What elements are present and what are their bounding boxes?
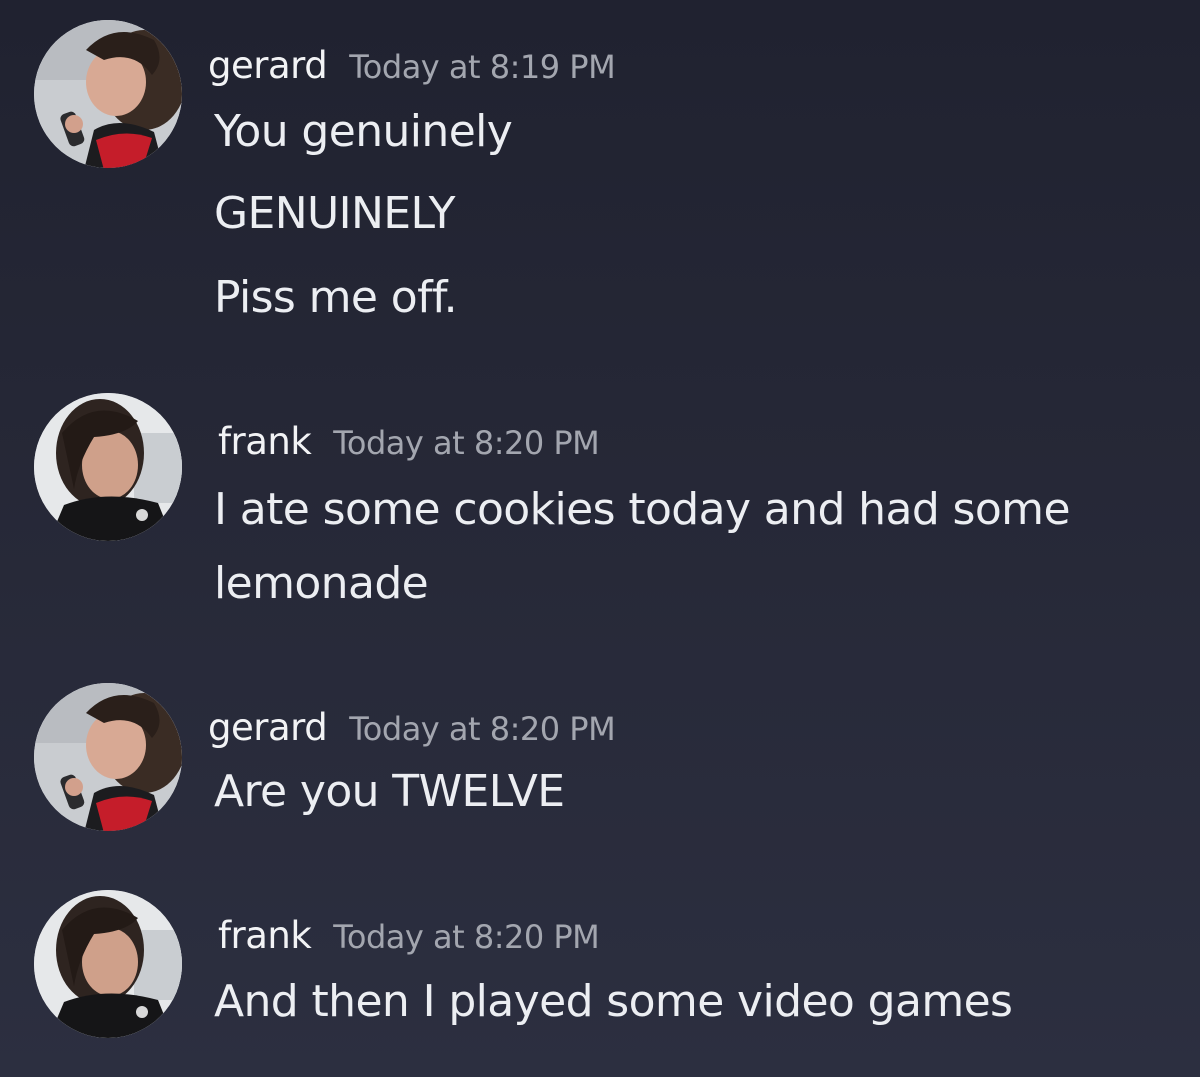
username[interactable]: frank (218, 914, 312, 957)
message-timestamp: Today at 8:20 PM (333, 424, 600, 462)
username[interactable]: gerard (208, 706, 328, 749)
message-text: And then I played some video games (214, 976, 1013, 1027)
user-avatar-frank[interactable] (34, 393, 182, 541)
user-avatar-gerard[interactable] (34, 20, 182, 168)
user-avatar-frank[interactable] (34, 890, 182, 1038)
message-text: You genuinely (214, 106, 513, 157)
message-timestamp: Today at 8:20 PM (333, 918, 600, 956)
chat-message-list: gerard Today at 8:19 PM You genuinely GEN… (0, 0, 1200, 1077)
user-avatar-gerard[interactable] (34, 683, 182, 831)
message-text: lemonade (214, 558, 429, 609)
message-timestamp: Today at 8:20 PM (349, 710, 616, 748)
username[interactable]: gerard (208, 44, 328, 87)
message-text: I ate some cookies today and had some (214, 484, 1071, 535)
username[interactable]: frank (218, 420, 312, 463)
message-text: Are you TWELVE (214, 766, 565, 817)
message-timestamp: Today at 8:19 PM (349, 48, 616, 86)
message-text: Piss me off. (214, 272, 458, 323)
message-text: GENUINELY (214, 188, 455, 239)
